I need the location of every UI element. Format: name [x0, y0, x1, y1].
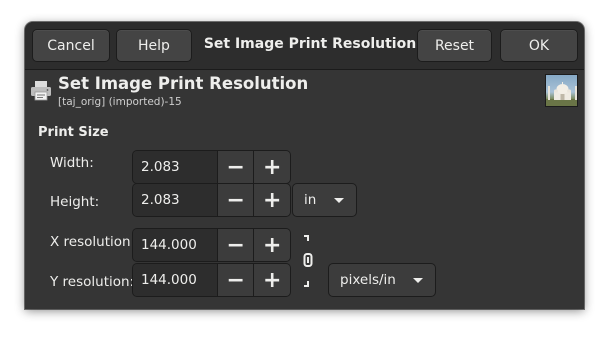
- size-unit-dropdown[interactable]: in: [292, 183, 357, 217]
- image-name: [taj_orig] (imported)-15: [58, 96, 182, 108]
- print-resolution-dialog: Cancel Help Set Image Print Resolution R…: [25, 22, 584, 309]
- plus-icon: +: [263, 267, 282, 293]
- image-thumbnail: [545, 74, 578, 107]
- x-resolution-input[interactable]: 144.000: [133, 229, 218, 261]
- window-title: Set Image Print Resolution: [203, 36, 417, 52]
- width-decrement-button[interactable]: −: [217, 151, 255, 183]
- chevron-down-icon: [413, 278, 423, 283]
- y-resolution-label: Y resolution:: [50, 274, 135, 290]
- help-button[interactable]: Help: [116, 29, 192, 62]
- chain-link-icon[interactable]: [301, 233, 315, 289]
- printer-icon: [30, 79, 52, 101]
- y-resolution-decrement-button[interactable]: −: [217, 264, 255, 296]
- plus-icon: +: [263, 187, 282, 213]
- minus-icon: −: [226, 232, 245, 258]
- header-bar: Cancel Help Set Image Print Resolution R…: [25, 22, 584, 70]
- x-resolution-decrement-button[interactable]: −: [217, 229, 255, 261]
- print-size-heading: Print Size: [38, 125, 109, 140]
- minus-icon: −: [226, 187, 245, 213]
- ok-button[interactable]: OK: [500, 29, 578, 62]
- width-input[interactable]: 2.083: [133, 151, 218, 183]
- height-spinner: 2.083 − +: [132, 183, 291, 217]
- x-resolution-spinner: 144.000 − +: [132, 228, 291, 262]
- size-unit-value: in: [304, 192, 317, 208]
- chevron-down-icon: [334, 198, 344, 203]
- height-increment-button[interactable]: +: [254, 184, 290, 216]
- height-input[interactable]: 2.083: [133, 184, 218, 216]
- plus-icon: +: [263, 154, 282, 180]
- reset-button[interactable]: Reset: [417, 29, 492, 62]
- y-resolution-increment-button[interactable]: +: [254, 264, 290, 296]
- width-increment-button[interactable]: +: [254, 151, 290, 183]
- x-resolution-label: X resolution:: [50, 234, 136, 250]
- height-label: Height:: [50, 194, 100, 210]
- resolution-unit-dropdown[interactable]: pixels/in: [328, 263, 436, 297]
- cancel-button[interactable]: Cancel: [32, 29, 110, 62]
- minus-icon: −: [226, 267, 245, 293]
- y-resolution-input[interactable]: 144.000: [133, 264, 218, 296]
- plus-icon: +: [263, 232, 282, 258]
- x-resolution-increment-button[interactable]: +: [254, 229, 290, 261]
- y-resolution-spinner: 144.000 − +: [132, 263, 291, 297]
- width-spinner: 2.083 − +: [132, 150, 291, 184]
- width-label: Width:: [50, 155, 94, 171]
- resolution-unit-value: pixels/in: [340, 272, 396, 288]
- minus-icon: −: [226, 154, 245, 180]
- dialog-heading: Set Image Print Resolution: [58, 74, 309, 93]
- height-decrement-button[interactable]: −: [217, 184, 255, 216]
